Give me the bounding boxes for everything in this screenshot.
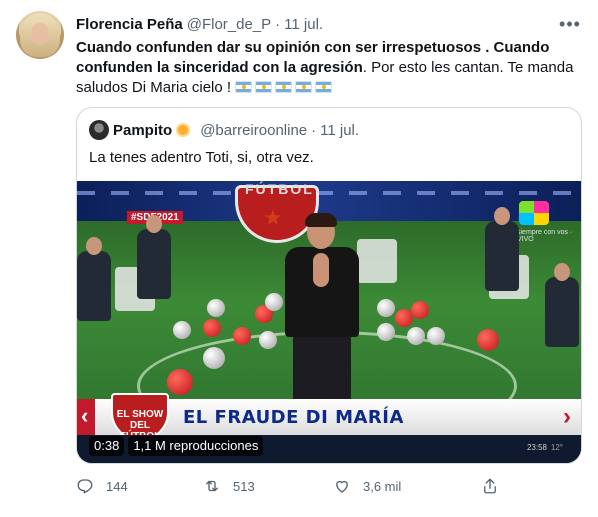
argentina-flags [235, 78, 335, 98]
share-icon [484, 478, 496, 494]
ball [377, 323, 395, 341]
quoted-text: La tenes adentro Toti, si, otra vez. [89, 149, 314, 166]
argentina-flag-icon [295, 81, 313, 93]
retweet-count: 513 [233, 478, 255, 494]
ball [203, 319, 221, 337]
ball [167, 369, 193, 395]
quoted-name[interactable]: Pampito [113, 122, 172, 139]
panelist-head [494, 207, 510, 225]
reply-icon [77, 479, 93, 494]
presenter [283, 213, 361, 405]
chevron-left-icon: ‹ [81, 403, 89, 428]
heart-icon [336, 480, 348, 493]
ball [207, 299, 225, 317]
like-count: 3,6 mil [363, 478, 402, 494]
panelist-head [554, 263, 570, 281]
star-icon: ★ [263, 205, 283, 230]
video-badges: 0:38 1,1 M reproducciones [89, 436, 264, 456]
argentina-flag-icon [235, 81, 253, 93]
video-duration: 0:38 [89, 436, 125, 456]
video-headline: EL FRAUDE DI MARÍA [183, 407, 404, 428]
panelist-head [86, 237, 102, 255]
separator-dot: · [311, 121, 317, 139]
argentina-flag-icon [275, 81, 293, 93]
ball [477, 329, 499, 351]
tweet-date[interactable]: 11 jul. [284, 16, 323, 33]
top-logo-text: FÚTBOL [245, 181, 314, 197]
ball [265, 293, 283, 311]
panelist-left [77, 237, 111, 321]
studio-chair [357, 239, 397, 283]
channel-text: siempre con vos · VIVO [517, 229, 573, 243]
author-avatar[interactable] [16, 11, 64, 59]
panelist-head [146, 215, 162, 233]
ball [173, 321, 191, 339]
author-handle[interactable]: @Flor_de_P [187, 16, 271, 33]
panelist-far-right [545, 263, 579, 347]
ball [427, 327, 445, 345]
broadcast-clock: 23:58 [526, 443, 547, 452]
tweet: Florencia Peña @Flor_de_P · 11 jul. ••• … [0, 0, 598, 517]
retweet-button[interactable]: 513 [203, 477, 255, 495]
quoted-header: Pampito @barreiroonline · 11 jul. [89, 120, 359, 140]
like-button[interactable]: 3,6 mil [333, 477, 401, 495]
channel-logo-icon [519, 201, 549, 225]
broadcast-temp: 12° [550, 443, 563, 452]
ball [377, 299, 395, 317]
video-views: 1,1 M reproducciones [128, 436, 264, 456]
chevron-right-icon: › [563, 403, 571, 430]
tweet-actions: 144 513 3,6 mil [76, 474, 516, 498]
tweet-text: Cuando confunden dar su opinión con ser … [76, 38, 581, 98]
ball [203, 347, 225, 369]
presenter-legs [293, 335, 351, 405]
presenter-hair [305, 213, 337, 227]
share-button[interactable] [481, 477, 511, 495]
ball [259, 331, 277, 349]
separator-dot: · [275, 15, 281, 33]
ball [411, 301, 429, 319]
quoted-avatar[interactable] [89, 120, 109, 140]
ball [407, 327, 425, 345]
sun-icon [174, 121, 192, 139]
quoted-date[interactable]: 11 jul. [320, 122, 359, 139]
avatar-face [31, 23, 49, 45]
panelist [137, 215, 171, 299]
quoted-tweet[interactable]: Pampito @barreiroonline · 11 jul. La ten… [76, 107, 582, 464]
panelist-right [485, 207, 519, 291]
tweet-header: Florencia Peña @Flor_de_P · 11 jul. ••• [76, 14, 582, 34]
author-name[interactable]: Florencia Peña [76, 16, 183, 33]
argentina-flag-icon [315, 81, 333, 93]
retweet-icon [206, 480, 218, 492]
argentina-flag-icon [255, 81, 273, 93]
more-options-icon[interactable]: ••• [558, 12, 582, 36]
reply-count: 144 [106, 478, 128, 494]
ball [233, 327, 251, 345]
presenter-hands [313, 253, 329, 287]
studio-lights [77, 191, 581, 195]
quoted-handle[interactable]: @barreiroonline [200, 122, 307, 139]
reply-button[interactable]: 144 [76, 477, 128, 495]
video-player[interactable]: FÚTBOL ★ #SDF2021 siempre con vos · VIVO [77, 181, 581, 463]
